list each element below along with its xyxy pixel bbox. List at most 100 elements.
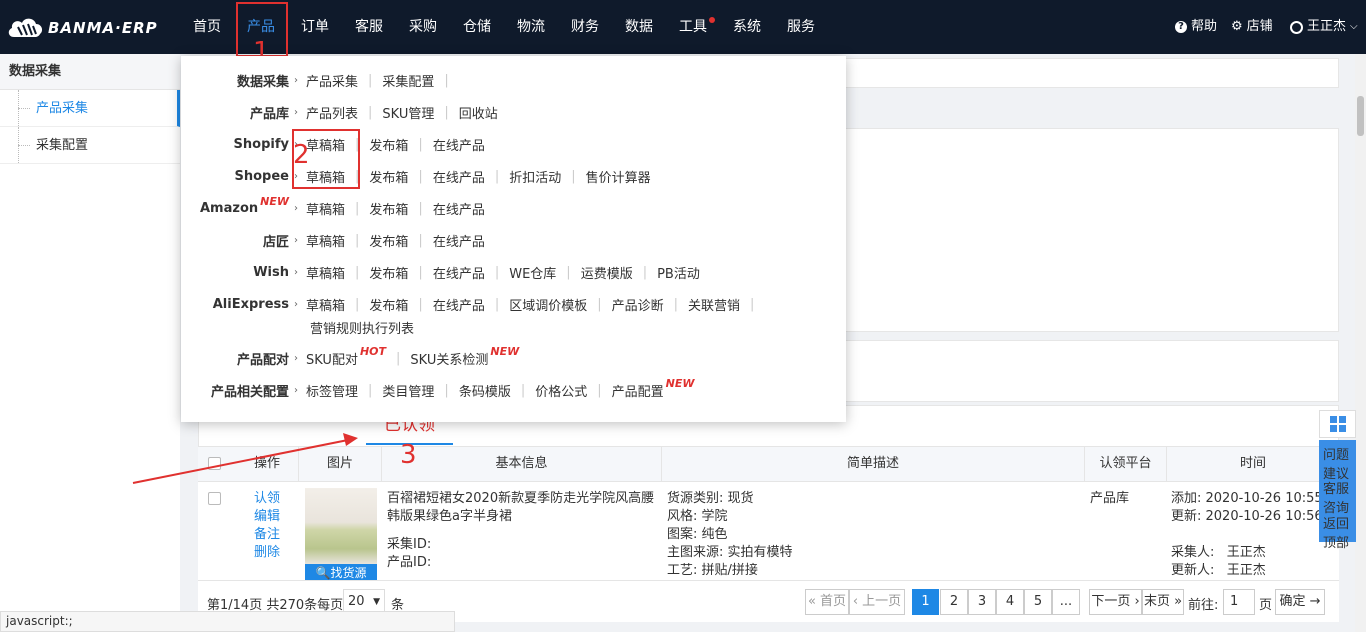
nav-data[interactable]: 数据 xyxy=(625,0,653,54)
last-page-button[interactable]: 末页 » xyxy=(1142,589,1184,615)
row-action-delete[interactable]: 删除 xyxy=(254,544,280,562)
table-row: 认领 编辑 备注 删除 🔍找货源 百褶裙短裙女2020新款夏季防走光学院风高腰韩… xyxy=(198,482,1339,580)
dropdown-link[interactable]: SKU管理 xyxy=(382,103,434,122)
row-checkbox[interactable] xyxy=(208,492,221,505)
dropdown-link[interactable]: WE仓库 xyxy=(509,263,556,282)
sidebar-item-product-collect[interactable]: 产品采集 xyxy=(0,90,180,127)
float-feedback[interactable]: 问题建议 xyxy=(1323,444,1352,482)
float-service-bar: 问题建议 客服咨询 返回顶部 xyxy=(1319,440,1356,551)
goto-label: 前往: xyxy=(1188,598,1219,613)
dropdown-link[interactable]: 草稿箱 xyxy=(306,135,345,154)
page-button-5[interactable]: 5 xyxy=(1024,589,1052,615)
brand-logo[interactable]: BANMA·ERP xyxy=(6,14,176,42)
float-grid-button[interactable] xyxy=(1319,410,1356,438)
nav-system[interactable]: 系统 xyxy=(733,0,761,54)
page-button-2[interactable]: 2 xyxy=(940,589,968,615)
dropdown-link[interactable]: 关联营销 xyxy=(688,295,740,314)
row-action-edit[interactable]: 编辑 xyxy=(254,508,280,526)
dropdown-label: 产品库 xyxy=(249,106,289,122)
dropdown-link[interactable]: 条码模版 xyxy=(459,381,511,400)
dropdown-link[interactable]: 草稿箱 xyxy=(306,295,345,314)
page-scrollbar[interactable] xyxy=(1355,54,1366,632)
nav-finance[interactable]: 财务 xyxy=(571,0,599,54)
dropdown-link[interactable]: 在线产品 xyxy=(433,263,485,282)
product-dropdown-menu: 数据采集 › 产品采集 | 采集配置 | 产品库 › 产品列表 | SKU管理 | 回收… xyxy=(181,56,846,422)
dropdown-link[interactable]: 草稿箱 xyxy=(306,199,345,218)
dropdown-link[interactable]: 发布箱 xyxy=(369,167,408,186)
desc-craft: 工艺: 拼贴/拼接 xyxy=(667,563,758,578)
page-size-value: 20 xyxy=(348,594,365,609)
dropdown-link[interactable]: 发布箱 xyxy=(369,263,408,282)
dropdown-label: 数据采集 xyxy=(236,74,289,90)
dropdown-link[interactable]: 区域调价模板 xyxy=(509,295,587,314)
hot-badge: HOT xyxy=(359,344,387,358)
nav-warehouse[interactable]: 仓储 xyxy=(463,0,491,54)
store-link[interactable]: ⚙ 店铺 xyxy=(1231,0,1273,54)
dropdown-link[interactable]: 发布箱 xyxy=(369,295,408,314)
float-customer-service[interactable]: 客服咨询 xyxy=(1323,478,1352,516)
time-added: 添加: 2020-10-26 10:55: xyxy=(1171,491,1328,506)
dropdown-link[interactable]: 产品诊断 xyxy=(612,295,664,314)
select-all-checkbox[interactable] xyxy=(208,457,221,470)
row-action-claim[interactable]: 认领 xyxy=(254,490,280,508)
nav-tools[interactable]: 工具 xyxy=(679,0,707,54)
float-back-to-top[interactable]: 返回顶部 xyxy=(1323,513,1352,551)
nav-orders[interactable]: 订单 xyxy=(301,0,329,54)
chevron-right-icon: › xyxy=(294,234,298,246)
nav-purchase[interactable]: 采购 xyxy=(409,0,437,54)
dropdown-link[interactable]: 类目管理 xyxy=(382,381,434,400)
find-source-button[interactable]: 🔍找货源 xyxy=(305,564,377,580)
row-action-note[interactable]: 备注 xyxy=(254,526,280,544)
user-menu[interactable]: 王正杰 ⌵ xyxy=(1290,0,1358,54)
first-page-button[interactable]: « 首页 xyxy=(805,589,849,615)
dropdown-link[interactable]: SKU配对 xyxy=(306,349,358,368)
dropdown-link[interactable]: 在线产品 xyxy=(433,199,485,218)
dropdown-link[interactable]: 回收站 xyxy=(459,103,498,122)
product-thumbnail[interactable] xyxy=(305,488,377,564)
chevron-right-icon: › xyxy=(294,298,298,310)
dropdown-link[interactable]: 运费模版 xyxy=(581,263,633,282)
dropdown-link[interactable]: 发布箱 xyxy=(369,199,408,218)
dropdown-link[interactable]: 产品配置 xyxy=(612,381,664,400)
page-button-3[interactable]: 3 xyxy=(968,589,996,615)
store-label: 店铺 xyxy=(1246,19,1273,34)
dropdown-link[interactable]: 标签管理 xyxy=(306,381,358,400)
dropdown-link[interactable]: 草稿箱 xyxy=(306,231,345,250)
page-button-4[interactable]: 4 xyxy=(996,589,1024,615)
scrollbar-thumb[interactable] xyxy=(1357,96,1364,136)
dropdown-link[interactable]: 产品采集 xyxy=(306,71,358,90)
dropdown-link[interactable]: 在线产品 xyxy=(433,135,485,154)
gear-icon: ⚙ xyxy=(1231,19,1243,34)
dropdown-link[interactable]: 在线产品 xyxy=(433,167,485,186)
dropdown-link[interactable]: 发布箱 xyxy=(369,135,408,154)
dropdown-label: Amazon xyxy=(200,200,259,216)
goto-page-input[interactable]: 1 xyxy=(1223,589,1255,615)
dropdown-link[interactable]: 售价计算器 xyxy=(586,167,651,186)
dropdown-link[interactable]: 价格公式 xyxy=(535,381,587,400)
dropdown-link[interactable]: 营销规则执行列表 xyxy=(310,318,414,337)
sidebar-item-collect-config[interactable]: 采集配置 xyxy=(0,127,180,164)
prev-page-button[interactable]: ‹ 上一页 xyxy=(849,589,905,615)
notification-dot xyxy=(709,17,715,23)
nav-logistics[interactable]: 物流 xyxy=(517,0,545,54)
dropdown-link[interactable]: 草稿箱 xyxy=(306,167,345,186)
dropdown-label: Wish xyxy=(253,264,289,280)
help-link[interactable]: ? 帮助 xyxy=(1175,0,1217,54)
dropdown-link[interactable]: 采集配置 xyxy=(382,71,434,90)
confirm-goto-button[interactable]: 确定 → xyxy=(1275,589,1325,615)
nav-customer-service[interactable]: 客服 xyxy=(355,0,383,54)
nav-home[interactable]: 首页 xyxy=(193,0,221,54)
dropdown-link[interactable]: 折扣活动 xyxy=(509,167,561,186)
dropdown-link[interactable]: 在线产品 xyxy=(433,295,485,314)
dropdown-link[interactable]: 发布箱 xyxy=(369,231,408,250)
dropdown-link[interactable]: PB活动 xyxy=(657,263,700,282)
dropdown-link[interactable]: 在线产品 xyxy=(433,231,485,250)
dropdown-link[interactable]: 产品列表 xyxy=(306,103,358,122)
dropdown-row-product-config: 产品相关配置 › 标签管理 | 类目管理 | 条码模版 | 价格公式 | 产品配置 NEW xyxy=(210,376,695,400)
dropdown-link[interactable]: SKU关系检测 xyxy=(410,349,488,368)
dropdown-link[interactable]: 草稿箱 xyxy=(306,263,345,282)
next-page-button[interactable]: 下一页 › xyxy=(1089,589,1142,615)
page-button-1[interactable]: 1 xyxy=(912,589,939,615)
nav-services[interactable]: 服务 xyxy=(787,0,815,54)
page-ellipsis[interactable]: ... xyxy=(1052,589,1080,615)
